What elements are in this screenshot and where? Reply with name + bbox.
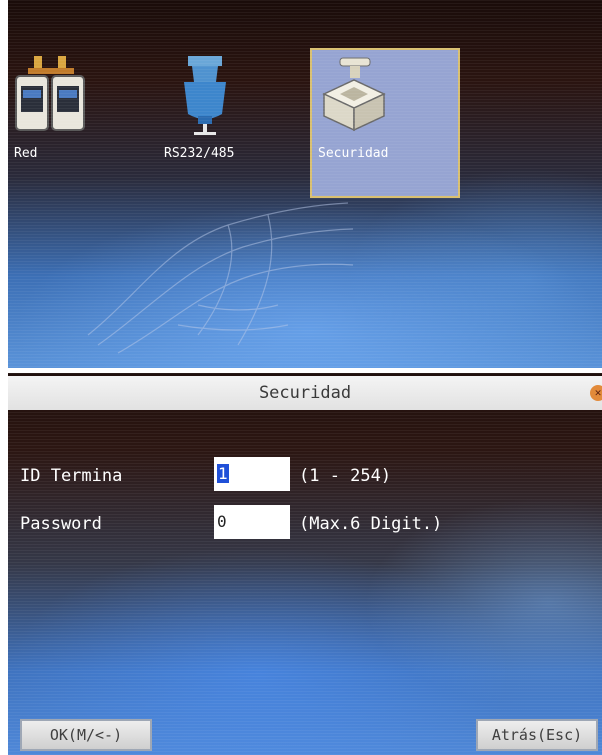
security-form-screen: Securidad ✕ ID Termina 1 (1 - 254) Passw… (8, 373, 602, 755)
menu-item-label: Red (14, 146, 38, 161)
terminal-id-hint: (1 - 254) (299, 466, 392, 486)
menu-item-red[interactable]: Red (8, 48, 158, 198)
menu-item-label: RS232/485 (164, 146, 235, 161)
password-hint: (Max.6 Digit.) (299, 514, 443, 534)
menu-item-securidad[interactable]: Securidad (310, 48, 460, 198)
back-button[interactable]: Atrás(Esc) (476, 719, 598, 751)
password-label: Password (20, 514, 102, 534)
terminal-id-field[interactable]: 1 (214, 457, 290, 491)
menu-item-rs232[interactable]: RS232/485 (158, 48, 308, 198)
menu-screen: Red RS232/485 Securidad (8, 0, 602, 368)
terminal-id-label: ID Termina (20, 466, 123, 486)
title-bar: Securidad ✕ (8, 376, 602, 410)
hand-watermark-icon (87, 202, 354, 354)
password-field[interactable]: 0 (214, 505, 290, 539)
terminal-id-value: 1 (217, 464, 229, 483)
serial-port-icon (184, 56, 226, 135)
ok-button[interactable]: OK(M/<-) (20, 719, 152, 751)
password-value: 0 (217, 512, 227, 531)
close-icon[interactable]: ✕ (590, 385, 602, 401)
menu-item-label: Securidad (318, 146, 389, 161)
security-device-icon (322, 57, 386, 132)
network-icon (15, 56, 85, 131)
page-title: Securidad (258, 383, 352, 403)
